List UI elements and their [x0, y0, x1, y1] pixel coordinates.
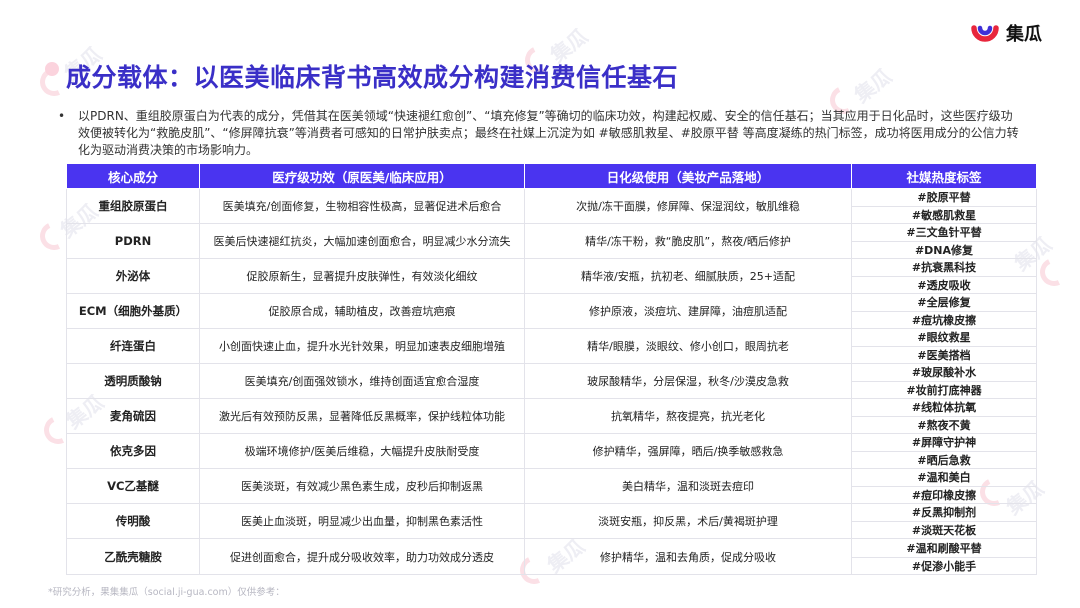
ingredient-cell: VC乙基醚	[66, 468, 200, 504]
hashtag: #线粒体抗氧	[911, 401, 977, 414]
ingredient-cell: 传明酸	[66, 503, 200, 539]
ingredient-cell: 依克多因	[66, 433, 200, 469]
medical-effect-cell: 促进创面愈合，提升成分吸收效率，助力功效成分透皮	[199, 538, 525, 575]
medical-effect-cell: 激光后有效预防反黑，显著降低反黑概率，保护线粒体功能	[199, 398, 525, 434]
cosmetic-use-cell: 修护精华，温和去角质，促成分吸收	[524, 538, 852, 575]
table-row: PDRN 医美后快速褪红抗炎，大幅加速创面愈合，明显减少水分流失 精华/冻干粉，救“…	[66, 223, 1037, 259]
brand-name: 集瓜	[1006, 24, 1042, 45]
header-social-tags: 社媒热度标签	[851, 163, 1037, 189]
cosmetic-use-cell: 淡斑安瓶，抑反黑，术后/黄褐斑护理	[524, 503, 852, 539]
hashtag: #透皮吸收	[852, 276, 1036, 293]
table-header-row: 核心成分 医疗级功效（原医美/临床应用） 日化级使用（美妆产品落地） 社媒热度标…	[66, 163, 1037, 189]
table-row: ECM（细胞外基质） 促胶原合成，辅助植皮，改善痘坑疤痕 修护原液，淡痘坑、建屏障，…	[66, 293, 1037, 329]
cosmetic-use-cell: 修护原液，淡痘坑、建屏障，油痘肌适配	[524, 293, 852, 329]
hashtag: #痘印橡皮擦	[852, 486, 1036, 503]
hashtag: #屏障守护神	[911, 436, 977, 449]
hashtag: #玻尿酸补水	[911, 366, 977, 379]
table-row: 麦角硫因 激光后有效预防反黑，显著降低反黑概率，保护线粒体功能 抗氧精华，熬夜提亮，…	[66, 398, 1037, 434]
cosmetic-use-cell: 精华/眼膜，淡眼纹、修小创口，眼周抗老	[524, 328, 852, 364]
medical-effect-cell: 医美淡斑，有效减少黑色素生成，皮秒后抑制返黑	[199, 468, 525, 504]
medical-effect-cell: 医美填充/创面强效锁水，维持创面适宜愈合湿度	[199, 363, 525, 399]
social-tags-cell: #反黑抑制剂 #淡斑天花板	[851, 503, 1037, 539]
footnote: *研究分析，果集集瓜（social.ji-gua.com）仅供参考：	[48, 587, 285, 598]
ingredient-cell: 外泌体	[66, 258, 200, 294]
social-tags-cell: #全层修复 #痘坑橡皮擦	[851, 293, 1037, 329]
hashtag: #促渗小能手	[852, 556, 1036, 574]
medical-effect-cell: 促胶原合成，辅助植皮，改善痘坑疤痕	[199, 293, 525, 329]
table-row: 外泌体 促胶原新生，显著提升皮肤弹性，有效淡化细纹 精华液/安瓶，抗初老、细腻肤质，…	[66, 258, 1037, 294]
social-tags-cell: #线粒体抗氧 #熬夜不黄	[851, 398, 1037, 434]
hashtag: #熬夜不黄	[852, 416, 1036, 433]
cosmetic-use-cell: 次抛/冻干面膜，修屏障、保湿润纹，敏肌维稳	[524, 188, 852, 224]
jigua-logo-icon	[970, 18, 1000, 48]
intro-text: 以PDRN、重组胶原蛋白为代表的成分，凭借其在医美领域“快速褪红愈创”、“填充修…	[78, 109, 1019, 157]
social-tags-cell: #温和美白 #痘印橡皮擦	[851, 468, 1037, 504]
title-decoration	[45, 62, 59, 76]
table-row: 依克多因 极端环境修护/医美后维稳，大幅提升皮肤耐受度 修护精华，强屏障，晒后/换季…	[66, 433, 1037, 469]
table-row: 重组胶原蛋白 医美填充/创面修复，生物相容性极高，显著促进术后愈合 次抛/冻干面膜，…	[66, 188, 1037, 224]
bullet-icon: •	[58, 109, 66, 123]
cosmetic-use-cell: 修护精华，强屏障，晒后/换季敏感救急	[524, 433, 852, 469]
hashtag: #眼纹救星	[917, 331, 971, 344]
page-title: 成分载体：以医美临床背书高效成分构建消费信任基石	[66, 63, 679, 92]
hashtag: #敏感肌救星	[852, 206, 1036, 223]
hashtag: #妆前打底神器	[852, 381, 1036, 398]
cosmetic-use-cell: 精华液/安瓶，抗初老、细腻肤质，25+适配	[524, 258, 852, 294]
ingredient-cell: 纤连蛋白	[66, 328, 200, 364]
ingredient-cell: PDRN	[66, 223, 200, 259]
social-tags-cell: #胶原平替 #敏感肌救星	[851, 188, 1037, 224]
watermark-logo-icon	[1036, 254, 1072, 290]
ingredient-cell: ECM（细胞外基质）	[66, 293, 200, 329]
hashtag: #反黑抑制剂	[911, 506, 977, 519]
medical-effect-cell: 医美止血淡斑，明显减少出血量，抑制黑色素活性	[199, 503, 525, 539]
header-cosmetic: 日化级使用（美妆产品落地）	[524, 163, 852, 189]
medical-effect-cell: 极端环境修护/医美后维稳，大幅提升皮肤耐受度	[199, 433, 525, 469]
brand-logo: 集瓜	[970, 18, 1042, 48]
header-ingredient: 核心成分	[66, 163, 200, 189]
hashtag: #抗衰黑科技	[911, 261, 977, 274]
ingredient-table: 核心成分 医疗级功效（原医美/临床应用） 日化级使用（美妆产品落地） 社媒热度标…	[66, 163, 1037, 575]
ingredient-cell: 透明质酸钠	[66, 363, 200, 399]
ingredient-cell: 重组胶原蛋白	[66, 188, 200, 224]
cosmetic-use-cell: 精华/冻干粉，救“脆皮肌”，熬夜/晒后修护	[524, 223, 852, 259]
hashtag: #淡斑天花板	[852, 521, 1036, 538]
hashtag: #胶原平替	[917, 191, 971, 204]
header-medical: 医疗级功效（原医美/临床应用）	[199, 163, 525, 189]
table-row: 纤连蛋白 小创面快速止血，提升水光针效果，明显加速表皮细胞增殖 精华/眼膜，淡眼纹、…	[66, 328, 1037, 364]
social-tags-cell: #玻尿酸补水 #妆前打底神器	[851, 363, 1037, 399]
medical-effect-cell: 小创面快速止血，提升水光针效果，明显加速表皮细胞增殖	[199, 328, 525, 364]
social-tags-cell: #眼纹救星 #医美搭档	[851, 328, 1037, 364]
table-row: 乙酰壳糖胺 促进创面愈合，提升成分吸收效率，助力功效成分透皮 修护精华，温和去角质，…	[66, 538, 1037, 575]
hashtag: #DNA修复	[852, 241, 1036, 258]
medical-effect-cell: 医美填充/创面修复，生物相容性极高，显著促进术后愈合	[199, 188, 525, 224]
table-row: 透明质酸钠 医美填充/创面强效锁水，维持创面适宜愈合湿度 玻尿酸精华，分层保湿，秋冬…	[66, 363, 1037, 399]
hashtag: #温和刷酸平替	[906, 541, 982, 555]
cosmetic-use-cell: 美白精华，温和淡斑去痘印	[524, 468, 852, 504]
social-tags-cell: #屏障守护神 #晒后急救	[851, 433, 1037, 469]
hashtag: #晒后急救	[852, 451, 1036, 468]
social-tags-cell: #三文鱼针平替 #DNA修复	[851, 223, 1037, 259]
ingredient-cell: 麦角硫因	[66, 398, 200, 434]
hashtag: #三文鱼针平替	[906, 226, 982, 239]
hashtag: #温和美白	[917, 471, 971, 484]
cosmetic-use-cell: 玻尿酸精华，分层保湿，秋冬/沙漠皮急救	[524, 363, 852, 399]
medical-effect-cell: 医美后快速褪红抗炎，大幅加速创面愈合，明显减少水分流失	[199, 223, 525, 259]
hashtag: #痘坑橡皮擦	[852, 311, 1036, 328]
social-tags-cell: #温和刷酸平替 #促渗小能手	[851, 538, 1037, 575]
table-row: VC乙基醚 医美淡斑，有效减少黑色素生成，皮秒后抑制返黑 美白精华，温和淡斑去痘印 #…	[66, 468, 1037, 504]
social-tags-cell: #抗衰黑科技 #透皮吸收	[851, 258, 1037, 294]
medical-effect-cell: 促胶原新生，显著提升皮肤弹性，有效淡化细纹	[199, 258, 525, 294]
cosmetic-use-cell: 抗氧精华，熬夜提亮，抗光老化	[524, 398, 852, 434]
intro-paragraph: • 以PDRN、重组胶原蛋白为代表的成分，凭借其在医美领域“快速褪红愈创”、“填…	[58, 108, 1024, 159]
ingredient-cell: 乙酰壳糖胺	[66, 538, 200, 575]
hashtag: #全层修复	[917, 296, 971, 309]
hashtag: #医美搭档	[852, 346, 1036, 363]
table-row: 传明酸 医美止血淡斑，明显减少出血量，抑制黑色素活性 淡斑安瓶，抑反黑，术后/黄褐斑…	[66, 503, 1037, 539]
table-body: 重组胶原蛋白 医美填充/创面修复，生物相容性极高，显著促进术后愈合 次抛/冻干面膜，…	[66, 188, 1037, 575]
